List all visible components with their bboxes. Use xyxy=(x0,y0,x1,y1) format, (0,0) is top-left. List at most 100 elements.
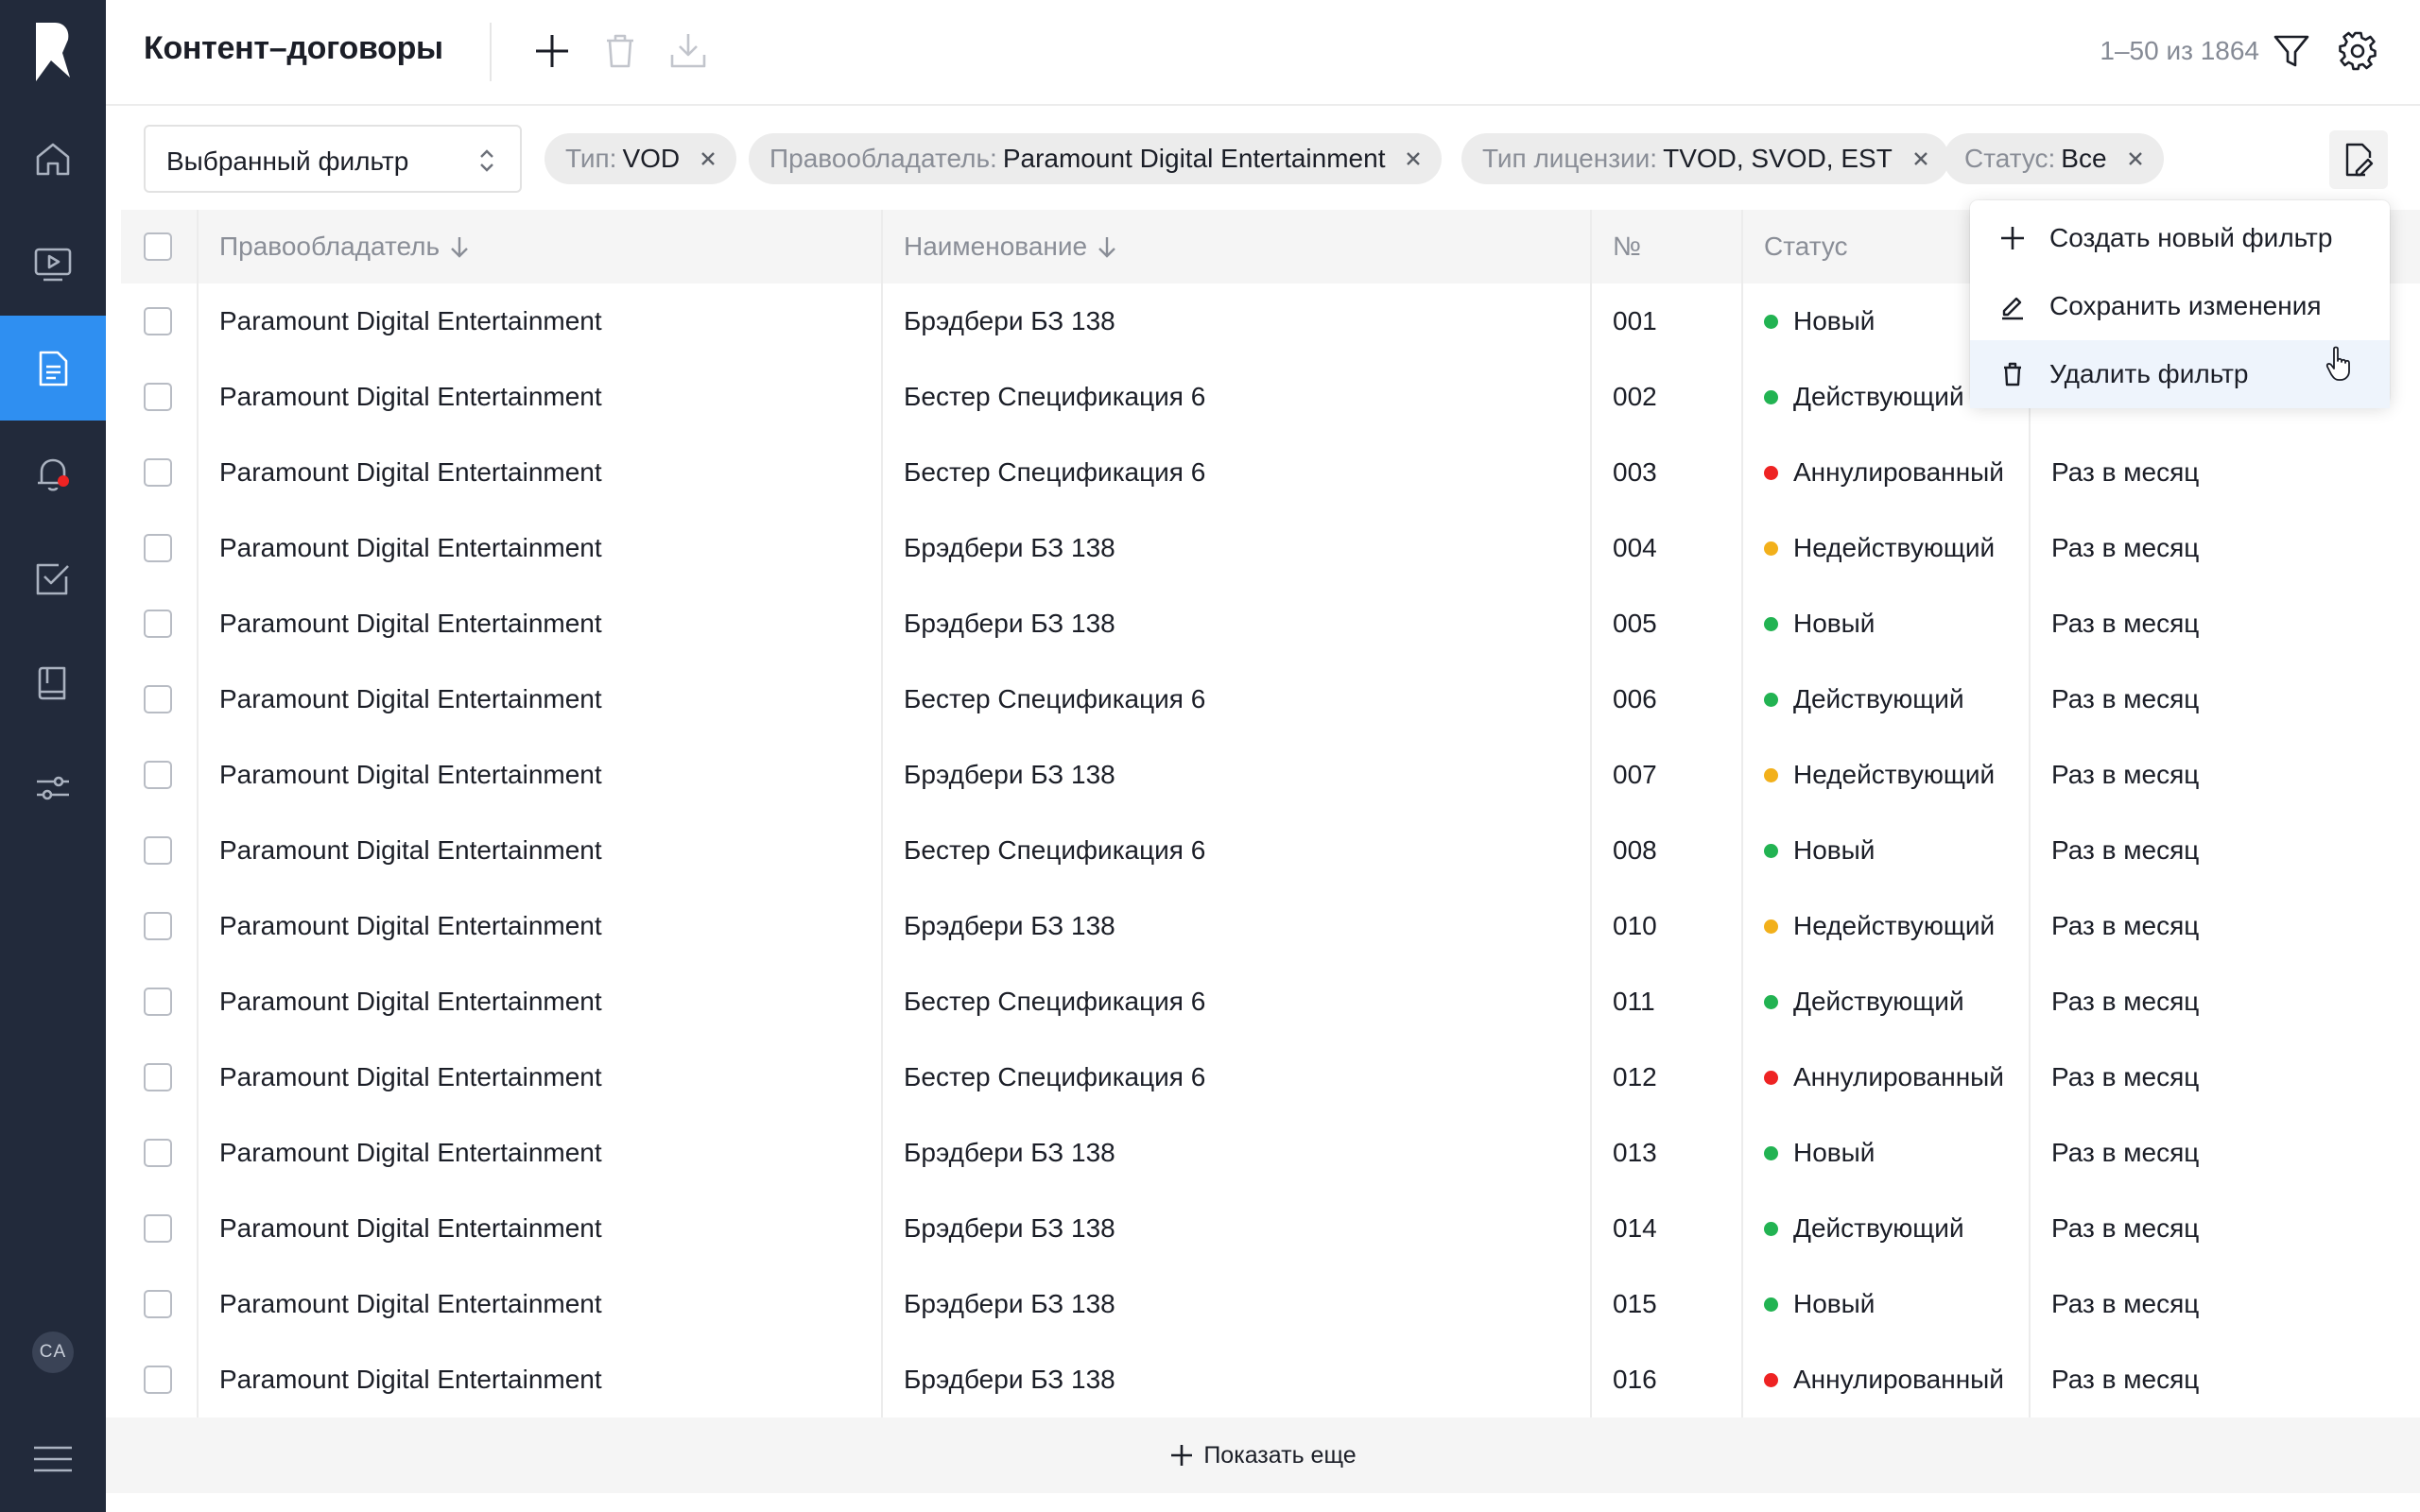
add-button[interactable] xyxy=(529,28,575,74)
sidebar-item-library[interactable] xyxy=(0,630,106,735)
row-checkbox[interactable] xyxy=(144,1063,172,1091)
sidebar-item-tasks[interactable] xyxy=(0,525,106,630)
close-icon[interactable] xyxy=(700,151,716,166)
table-row[interactable]: Paramount Digital Entertainment Брэдбери … xyxy=(121,1342,2420,1418)
row-checkbox[interactable] xyxy=(144,912,172,940)
row-checkbox[interactable] xyxy=(144,1366,172,1394)
cell-owner: Paramount Digital Entertainment xyxy=(219,911,602,940)
row-checkbox[interactable] xyxy=(144,307,172,335)
close-icon[interactable] xyxy=(1913,151,1928,166)
cell-name[interactable]: Бестер Спецификация 6 xyxy=(904,1040,1205,1115)
status-label: Действующий xyxy=(1793,684,1964,713)
cell-owner: Paramount Digital Entertainment xyxy=(219,1213,602,1243)
column-header-status[interactable]: Статус xyxy=(1764,210,1848,284)
row-checkbox[interactable] xyxy=(144,761,172,789)
cell-name[interactable]: Бестер Спецификация 6 xyxy=(904,359,1205,435)
menu-item-save-changes[interactable]: Сохранить изменения xyxy=(1970,272,2390,340)
cell-name[interactable]: Брэдбери БЗ 138 xyxy=(904,284,1115,359)
filter-chip-status[interactable]: Статус: Все xyxy=(1944,133,2164,184)
table-row[interactable]: Paramount Digital Entertainment Бестер Сп… xyxy=(121,662,2420,737)
status-dot xyxy=(1764,1372,1778,1387)
table-row[interactable]: Paramount Digital Entertainment Бестер Сп… xyxy=(121,1040,2420,1115)
saved-filter-select[interactable]: Выбранный фильтр xyxy=(144,125,522,193)
cell-name[interactable]: Бестер Спецификация 6 xyxy=(904,662,1205,737)
row-checkbox[interactable] xyxy=(144,988,172,1016)
table-row[interactable]: Paramount Digital Entertainment Брэдбери … xyxy=(121,888,2420,964)
table-row[interactable]: Paramount Digital Entertainment Брэдбери … xyxy=(121,1266,2420,1342)
column-header-owner[interactable]: Правообладатель xyxy=(219,210,470,284)
cell-number: 012 xyxy=(1613,1062,1657,1091)
cell-name[interactable]: Брэдбери БЗ 138 xyxy=(904,1115,1115,1191)
cell-name[interactable]: Бестер Спецификация 6 xyxy=(904,964,1205,1040)
filter-chip-owner[interactable]: Правообладатель: Paramount Digital Enter… xyxy=(749,133,1443,184)
close-icon[interactable] xyxy=(2128,151,2143,166)
column-header-number[interactable]: № xyxy=(1613,210,1641,284)
show-more-button[interactable]: Показать еще xyxy=(106,1418,2420,1493)
table-row[interactable]: Paramount Digital Entertainment Брэдбери … xyxy=(121,737,2420,813)
filter-chip-type[interactable]: Тип: VOD xyxy=(544,133,737,184)
cell-number: 016 xyxy=(1613,1365,1657,1394)
sidebar-item-notifications[interactable] xyxy=(0,421,106,525)
cell-status: Действующий xyxy=(1764,964,1964,1040)
status-dot xyxy=(1764,541,1778,556)
status-dot xyxy=(1764,1070,1778,1085)
row-checkbox[interactable] xyxy=(144,1290,172,1318)
filter-button[interactable] xyxy=(2269,28,2314,74)
column-header-label: № xyxy=(1613,232,1642,261)
cell-name[interactable]: Брэдбери БЗ 138 xyxy=(904,1266,1115,1342)
row-checkbox[interactable] xyxy=(144,383,172,411)
row-checkbox[interactable] xyxy=(144,685,172,713)
table-row[interactable]: Paramount Digital Entertainment Брэдбери … xyxy=(121,1115,2420,1191)
cell-name[interactable]: Брэдбери БЗ 138 xyxy=(904,888,1115,964)
cell-owner: Paramount Digital Entertainment xyxy=(219,760,602,789)
settings-button[interactable] xyxy=(2335,28,2380,74)
avatar[interactable]: CA xyxy=(32,1332,74,1373)
status-label: Недействующий xyxy=(1793,533,1996,562)
cell-name[interactable]: Бестер Спецификация 6 xyxy=(904,813,1205,888)
cell-name[interactable]: Брэдбери БЗ 138 xyxy=(904,586,1115,662)
status-label: Действующий xyxy=(1793,1213,1964,1243)
row-checkbox[interactable] xyxy=(144,836,172,865)
sidebar-item-home[interactable] xyxy=(0,106,106,211)
filter-actions-button[interactable] xyxy=(2329,130,2388,189)
cell-period: Раз в месяц xyxy=(2051,835,2200,865)
table-row[interactable]: Paramount Digital Entertainment Бестер Сп… xyxy=(121,813,2420,888)
select-all-checkbox[interactable] xyxy=(144,232,172,261)
close-icon[interactable] xyxy=(1406,151,1421,166)
row-checkbox[interactable] xyxy=(144,610,172,638)
table-row[interactable]: Paramount Digital Entertainment Брэдбери … xyxy=(121,510,2420,586)
filter-chip-license-type[interactable]: Тип лицензии: TVOD, SVOD, EST xyxy=(1461,133,1949,184)
menu-item-create-filter[interactable]: Создать новый фильтр xyxy=(1970,204,2390,272)
table-row[interactable]: Paramount Digital Entertainment Бестер Сп… xyxy=(121,435,2420,510)
delete-button[interactable] xyxy=(597,28,643,74)
cell-name[interactable]: Бестер Спецификация 6 xyxy=(904,435,1205,510)
row-checkbox[interactable] xyxy=(144,1214,172,1243)
cell-name[interactable]: Брэдбери БЗ 138 xyxy=(904,1342,1115,1418)
table-row[interactable]: Paramount Digital Entertainment Брэдбери … xyxy=(121,586,2420,662)
download-button[interactable] xyxy=(666,28,711,74)
cell-name[interactable]: Брэдбери БЗ 138 xyxy=(904,737,1115,813)
cell-number: 003 xyxy=(1613,457,1657,487)
sidebar-item-video[interactable] xyxy=(0,211,106,316)
row-checkbox[interactable] xyxy=(144,1139,172,1167)
saved-filter-select-value: Выбранный фильтр xyxy=(166,146,409,176)
hamburger-menu-icon[interactable] xyxy=(32,1442,74,1476)
status-label: Недействующий xyxy=(1793,911,1996,940)
cell-name[interactable]: Брэдбери БЗ 138 xyxy=(904,510,1115,586)
sidebar-item-documents[interactable] xyxy=(0,316,106,421)
status-label: Новый xyxy=(1793,306,1876,335)
table-row[interactable]: Paramount Digital Entertainment Бестер Сп… xyxy=(121,964,2420,1040)
column-header-name[interactable]: Наименование xyxy=(904,210,1117,284)
cell-owner: Paramount Digital Entertainment xyxy=(219,987,602,1016)
cell-name[interactable]: Брэдбери БЗ 138 xyxy=(904,1191,1115,1266)
cell-owner: Paramount Digital Entertainment xyxy=(219,457,602,487)
sidebar-item-settings[interactable] xyxy=(0,735,106,840)
row-checkbox[interactable] xyxy=(144,458,172,487)
row-checkbox[interactable] xyxy=(144,534,172,562)
cell-owner: Paramount Digital Entertainment xyxy=(219,609,602,638)
filter-chip-key: Правообладатель: xyxy=(769,144,997,173)
table-row[interactable]: Paramount Digital Entertainment Брэдбери … xyxy=(121,1191,2420,1266)
filter-icon xyxy=(2273,35,2309,67)
edit-document-icon xyxy=(2345,143,2374,177)
logo-icon[interactable] xyxy=(30,19,76,85)
